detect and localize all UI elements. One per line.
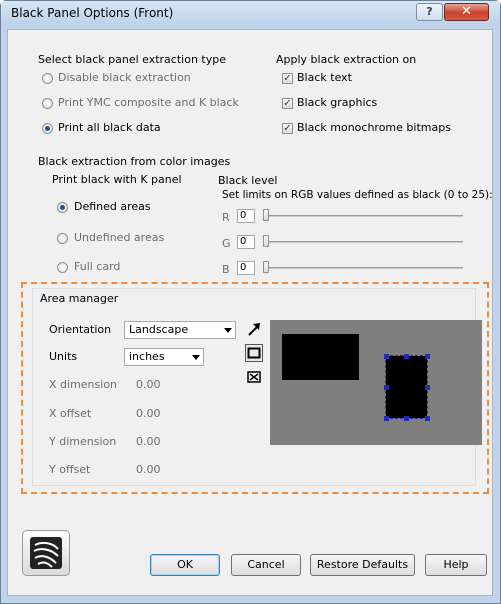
channel-label-g: G (222, 237, 231, 250)
select-arrow-icon[interactable] (245, 320, 263, 338)
black-level-description: Set limits on RGB values defined as blac… (222, 189, 493, 201)
radio-label: Print YMC composite and K black (58, 96, 239, 109)
checkbox-black-graphics[interactable]: ✓ (282, 98, 293, 109)
units-value: inches (129, 350, 165, 363)
checkbox-label: Black monochrome bitmaps (297, 121, 451, 134)
title-bar[interactable]: Black Panel Options (Front) ? ✕ (1, 1, 500, 25)
b-value-field[interactable]: 0 (237, 261, 255, 275)
chevron-down-icon (224, 328, 232, 333)
radio-label: Undefined areas (74, 231, 165, 244)
help-button[interactable]: Help (425, 554, 487, 576)
resize-handle[interactable] (425, 385, 430, 390)
units-label: Units (49, 350, 78, 363)
resize-handle[interactable] (425, 354, 430, 359)
channel-label-r: R (222, 211, 230, 224)
resize-handle[interactable] (384, 416, 389, 421)
chevron-down-icon (192, 355, 200, 360)
checkbox-label: Black text (297, 71, 352, 84)
resize-handle[interactable] (384, 354, 389, 359)
y-offset-value: 0.00 (136, 463, 161, 476)
card-preview[interactable] (270, 320, 482, 445)
checkbox-label: Black graphics (297, 96, 378, 109)
resize-handle[interactable] (425, 416, 430, 421)
orientation-value: Landscape (129, 323, 189, 336)
window-title: Black Panel Options (Front) (11, 6, 174, 20)
r-value-field[interactable]: 0 (237, 209, 255, 223)
black-level-heading: Black level (218, 174, 278, 187)
checkbox-black-monochrome[interactable]: ✓ (282, 123, 293, 134)
print-k-heading: Print black with K panel (52, 173, 182, 186)
extraction-type-heading: Select black panel extraction type (38, 53, 226, 66)
close-button[interactable]: ✕ (444, 3, 489, 21)
r-slider-thumb[interactable] (263, 209, 269, 221)
g-value-field[interactable]: 0 (237, 235, 255, 249)
radio-label: Disable black extraction (58, 71, 191, 84)
units-dropdown[interactable]: inches (124, 348, 204, 366)
radio-label: Print all black data (58, 121, 161, 134)
orientation-label: Orientation (49, 323, 112, 336)
draw-rectangle-icon[interactable] (245, 344, 263, 362)
b-slider-thumb[interactable] (263, 261, 269, 273)
orientation-dropdown[interactable]: Landscape (124, 321, 236, 339)
x-offset-value: 0.00 (136, 407, 161, 420)
radio-full-card[interactable] (57, 262, 68, 273)
channel-label-b: B (222, 263, 230, 276)
restore-defaults-button[interactable]: Restore Defaults (310, 554, 415, 576)
help-titlebar-button[interactable]: ? (416, 3, 443, 21)
g-slider-thumb[interactable] (263, 235, 269, 247)
x-dimension-label: X dimension (49, 378, 118, 391)
r-slider-track[interactable] (263, 215, 463, 217)
radio-disable-extraction[interactable] (42, 73, 53, 84)
delete-area-icon[interactable] (245, 368, 263, 386)
x-offset-label: X offset (49, 407, 92, 420)
resize-handle[interactable] (404, 354, 409, 359)
y-offset-label: Y offset (49, 463, 91, 476)
checkbox-black-text[interactable]: ✓ (282, 73, 293, 84)
x-dimension-value: 0.00 (136, 378, 161, 391)
cancel-button[interactable]: Cancel (231, 554, 301, 576)
b-slider-track[interactable] (263, 267, 463, 269)
resize-handle[interactable] (404, 416, 409, 421)
area-manager-heading: Area manager (40, 292, 119, 305)
defined-area[interactable] (282, 334, 359, 380)
radio-label: Full card (74, 260, 121, 273)
radio-print-ymc-composite[interactable] (42, 98, 53, 109)
radio-undefined-areas[interactable] (57, 233, 68, 244)
radio-defined-areas[interactable] (57, 202, 68, 213)
radio-label: Defined areas (74, 200, 151, 213)
g-slider-track[interactable] (263, 241, 463, 243)
y-dimension-value: 0.00 (136, 435, 161, 448)
selected-defined-area[interactable] (385, 355, 428, 419)
color-images-heading: Black extraction from color images (38, 155, 231, 168)
radio-print-all-black[interactable] (42, 123, 53, 134)
resize-handle[interactable] (384, 385, 389, 390)
y-dimension-label: Y dimension (49, 435, 117, 448)
apply-on-heading: Apply black extraction on (276, 53, 417, 66)
zebra-logo-icon (22, 530, 70, 576)
ok-button[interactable]: OK (150, 554, 220, 576)
